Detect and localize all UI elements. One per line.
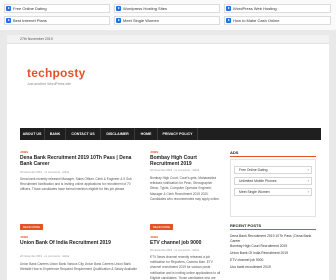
ad-link[interactable]: Free Online Dating: [4, 4, 110, 13]
divider: [230, 229, 316, 230]
ad-link[interactable]: Wordpress Hosting Sites: [114, 4, 220, 13]
post-category[interactable]: JOBS: [150, 235, 158, 239]
date-bar: 27th November 2019: [7, 35, 329, 44]
sidebar-recent-heading: RECENT POSTS: [230, 223, 262, 228]
play-icon: [226, 6, 231, 11]
post-title[interactable]: Union Bank Of India Recruitment 2019: [20, 240, 142, 246]
post-title[interactable]: Bombay High Court Recruitment 2019: [150, 155, 222, 167]
recent-post-link[interactable]: Uco bank recruitment 2019: [230, 265, 316, 270]
nav-item-home[interactable]: HOME: [135, 128, 158, 140]
play-icon: [116, 6, 121, 11]
recent-post-link[interactable]: Bombay High Court Recruitment 2019: [230, 244, 316, 249]
site-logo[interactable]: techposty: [27, 66, 85, 80]
ad-link[interactable]: Free Online Dating ›: [234, 166, 312, 174]
sidebar-ad-box: Free Online Dating › Unlimited Mobile Pho…: [230, 159, 316, 217]
post-meta: 20 November 2019 · no comments · nikhal: [20, 171, 70, 174]
post-excerpt: ETV News channel recently released a job…: [150, 255, 221, 280]
nav-item-contact-us[interactable]: CONTACT US: [66, 128, 101, 140]
nav-item-privacy-policy[interactable]: PRIVACY POLICY: [158, 128, 198, 140]
post-title[interactable]: ETV channel job 9000: [150, 240, 222, 246]
recent-post-link[interactable]: ETV channel job 9000: [230, 258, 316, 263]
nav-item-bank[interactable]: BANK: [45, 128, 66, 140]
ad-link[interactable]: WordPress Web Hosting: [224, 4, 331, 13]
chevron-right-icon: ›: [307, 178, 309, 183]
nav-item-about-us[interactable]: ABOUT US: [20, 128, 45, 140]
ad-link[interactable]: Meet Single Women: [114, 16, 220, 25]
play-icon: [6, 6, 11, 11]
chevron-right-icon: ›: [307, 167, 309, 172]
read-more-button[interactable]: READ MORE: [20, 224, 43, 230]
divider: [230, 156, 316, 157]
ad-link[interactable]: Unlimited Mobile Phones ›: [234, 177, 312, 185]
play-icon: [116, 18, 121, 23]
post-category[interactable]: JOBS: [20, 235, 28, 239]
ad-link[interactable]: Best Internet Plans: [4, 16, 110, 25]
chevron-right-icon: ›: [307, 189, 309, 194]
post-excerpt: Bombay High Court, Court's gets, Maharas…: [150, 176, 220, 201]
top-ad-bar: Free Online Dating Wordpress Hosting Sit…: [0, 0, 336, 30]
recent-post-link[interactable]: Dena Bank Recruitment 2019 10Th Pass | D…: [230, 234, 316, 243]
post-excerpt: Dena bank recently released Manager, Sal…: [20, 177, 132, 192]
post-meta: 20 November 2019 · no comments · nikhal: [20, 255, 70, 258]
post-category[interactable]: JOBS: [20, 150, 28, 154]
sidebar-ads-heading: ADS: [230, 150, 239, 155]
site-tagline: Just another WordPress site: [27, 82, 71, 86]
post-category[interactable]: JOBS: [150, 150, 158, 154]
play-icon: [6, 18, 11, 23]
post-excerpt: Union Bank Careers Union Bank Various Ci…: [20, 262, 137, 272]
read-more-button[interactable]: READ MORE: [150, 224, 173, 230]
post-meta: 20 November 2019 · no comments · nikhal: [150, 169, 200, 172]
main-nav: ABOUT US BANK CONTACT US DISCLAIMER HOME…: [20, 128, 321, 140]
ad-link[interactable]: How to Make Cash Online: [224, 16, 331, 25]
page-wrapper: 27th November 2019 techposty Just anothe…: [7, 35, 329, 280]
post-meta: 20 November 2019 · no comments · nikhal: [150, 249, 200, 252]
post-title[interactable]: Dena Bank Recruitment 2019 10Th Pass | D…: [20, 155, 142, 167]
recent-post-link[interactable]: Union Bank Of India Recruitment 2019: [230, 251, 316, 256]
ad-link[interactable]: Meet Single Women ›: [234, 188, 312, 196]
play-icon: [226, 18, 231, 23]
nav-item-disclaimer[interactable]: DISCLAIMER: [101, 128, 135, 140]
